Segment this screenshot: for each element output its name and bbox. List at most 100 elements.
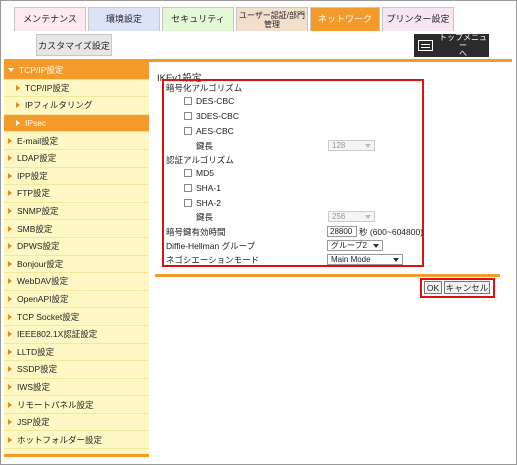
option-md5: MD5 <box>196 168 214 178</box>
option-3des-cbc: 3DES-CBC <box>196 111 239 121</box>
sidebar-item[interactable]: TCP Socket設定 <box>4 308 149 326</box>
sidebar-item[interactable]: SSDP設定 <box>4 361 149 379</box>
chevron-down-icon <box>8 68 14 73</box>
tab-security[interactable]: セキュリティ <box>162 7 234 31</box>
chevron-right-icon <box>8 296 12 303</box>
option-des-cbc: DES-CBC <box>196 96 235 106</box>
ok-button[interactable]: OK <box>424 281 442 294</box>
tab-maintenance[interactable]: メンテナンス <box>14 7 86 31</box>
chevron-right-icon <box>8 383 12 390</box>
tab-user-auth[interactable]: ユーザー認証/部門 管理 <box>236 7 308 31</box>
negotiation-mode-select[interactable]: Main Mode <box>327 254 403 265</box>
sidebar-item-label: IWS設定 <box>17 381 51 392</box>
sidebar-item-label: SNMP設定 <box>17 206 59 217</box>
sidebar-item[interactable]: LLTD設定 <box>4 344 149 362</box>
sidebar-subitem-label: IPフィルタリング <box>25 100 93 111</box>
sidebar-item-label: ホットフォルダー設定 <box>17 434 103 445</box>
dh-group-value: グループ2 <box>331 241 367 250</box>
sidebar-item-label: LDAP設定 <box>17 153 57 164</box>
chevron-down-icon <box>365 144 371 148</box>
sidebar-item-label: IPP設定 <box>17 170 48 181</box>
top-tab-bar: メンテナンス 環境設定 セキュリティ ユーザー認証/部門 管理 ネットワーク プ… <box>14 7 456 31</box>
sidebar-item[interactable]: OpenAPI設定 <box>4 291 149 309</box>
option-sha1: SHA-1 <box>196 183 222 193</box>
top-menu-line1: トップメニュー <box>439 32 487 50</box>
enc-key-length-select[interactable]: 128 <box>328 140 375 151</box>
cancel-button[interactable]: キャンセル <box>444 281 490 294</box>
top-menu-button[interactable]: トップメニュー へ <box>414 32 489 58</box>
sidebar-item-label: OpenAPI設定 <box>17 294 69 305</box>
tab-user-auth-label: ユーザー認証/部門 管理 <box>239 11 305 29</box>
sidebar-item[interactable]: IPP設定 <box>4 168 149 186</box>
checkbox-des-cbc[interactable] <box>184 97 192 105</box>
sidebar-subitem-ip-filtering[interactable]: IPフィルタリング <box>4 97 149 115</box>
chevron-down-icon <box>373 244 379 248</box>
auth-key-length-select[interactable]: 256 <box>328 211 375 222</box>
sidebar-item[interactable]: ホットフォルダー設定 <box>4 431 149 450</box>
chevron-right-icon <box>8 225 12 232</box>
sidebar-subitem-label: TCP/IP設定 <box>25 82 70 93</box>
chevron-down-icon <box>365 215 371 219</box>
sidebar-item[interactable]: SMB設定 <box>4 220 149 238</box>
checkbox-sha2[interactable] <box>184 199 192 207</box>
sidebar-item[interactable]: DPWS設定 <box>4 238 149 256</box>
option-sha2: SHA-2 <box>196 198 222 208</box>
tab-customize[interactable]: カスタマイズ設定 <box>36 34 112 56</box>
checkbox-aes-cbc[interactable] <box>184 127 192 135</box>
sidebar-item[interactable]: IWS設定 <box>4 379 149 397</box>
sidebar-item-label: WebDAV設定 <box>17 276 69 287</box>
chevron-right-icon <box>8 155 12 162</box>
sidebar-item-label: Bonjour設定 <box>17 258 64 269</box>
sidebar-item-label: E-mail設定 <box>17 135 59 146</box>
sidebar-item[interactable]: LDAP設定 <box>4 150 149 168</box>
negotiation-mode-value: Main Mode <box>331 255 371 264</box>
sidebar-subitem-tcpip[interactable]: TCP/IP設定 <box>4 80 149 98</box>
top-menu-line2: へ <box>459 48 467 58</box>
negotiation-mode-label: ネゴシエーションモード <box>166 255 260 265</box>
lifetime-input[interactable]: 28800 <box>327 226 357 237</box>
checkbox-3des-cbc[interactable] <box>184 112 192 120</box>
lifetime-unit: 秒 (600~604800) <box>359 227 424 237</box>
dh-group-label: Diffie-Hellman グループ <box>166 241 256 251</box>
sidebar-item[interactable]: SNMP設定 <box>4 203 149 221</box>
sidebar-item-label: JSP設定 <box>17 417 50 428</box>
tab-network[interactable]: ネットワーク <box>310 7 380 31</box>
sidebar-group-tcpip[interactable]: TCP/IP設定 <box>4 62 149 80</box>
sidebar-item-label: FTP設定 <box>17 188 51 199</box>
chevron-right-icon <box>16 84 20 91</box>
chevron-right-icon <box>16 102 20 109</box>
tab-printer[interactable]: プリンター設定 <box>382 7 454 31</box>
sidebar-subitem-label: IPsec <box>25 118 47 129</box>
dh-group-select[interactable]: グループ2 <box>327 240 383 251</box>
sidebar-subitem-ipsec[interactable]: IPsec <box>4 114 149 133</box>
chevron-right-icon <box>8 419 12 426</box>
sidebar: TCP/IP設定 TCP/IP設定 IPフィルタリング IPsec E-mail… <box>4 62 149 457</box>
sidebar-item[interactable]: WebDAV設定 <box>4 273 149 291</box>
sidebar-item[interactable]: JSP設定 <box>4 414 149 432</box>
sidebar-item[interactable]: Bonjour設定 <box>4 256 149 274</box>
sidebar-bottom-line <box>4 454 149 457</box>
sidebar-item-label: SMB設定 <box>17 223 53 234</box>
sidebar-item[interactable]: リモートパネル設定 <box>4 396 149 414</box>
enc-key-length-label: 鍵長 <box>196 141 214 151</box>
sidebar-item[interactable]: E-mail設定 <box>4 132 149 150</box>
lifetime-label: 暗号鍵有効時間 <box>166 227 226 237</box>
checkbox-md5[interactable] <box>184 169 192 177</box>
option-aes-cbc: AES-CBC <box>196 126 234 136</box>
chevron-right-icon <box>8 366 12 373</box>
top-menu-label: トップメニュー へ <box>437 32 489 58</box>
auth-algorithm-label: 認証アルゴリズム <box>166 155 234 165</box>
chevron-right-icon <box>8 436 12 443</box>
chevron-right-icon <box>8 313 12 320</box>
chevron-right-icon <box>8 243 12 250</box>
sidebar-group-label: TCP/IP設定 <box>19 65 64 76</box>
form-divider <box>155 274 500 277</box>
sidebar-item-label: TCP Socket設定 <box>17 311 80 322</box>
chevron-right-icon <box>8 190 12 197</box>
tab-environment[interactable]: 環境設定 <box>88 7 160 31</box>
chevron-right-icon <box>8 208 12 215</box>
sidebar-item-label: リモートパネル設定 <box>17 399 94 410</box>
sidebar-item[interactable]: IEEE802.1X認証設定 <box>4 326 149 344</box>
sidebar-item[interactable]: FTP設定 <box>4 185 149 203</box>
checkbox-sha1[interactable] <box>184 184 192 192</box>
